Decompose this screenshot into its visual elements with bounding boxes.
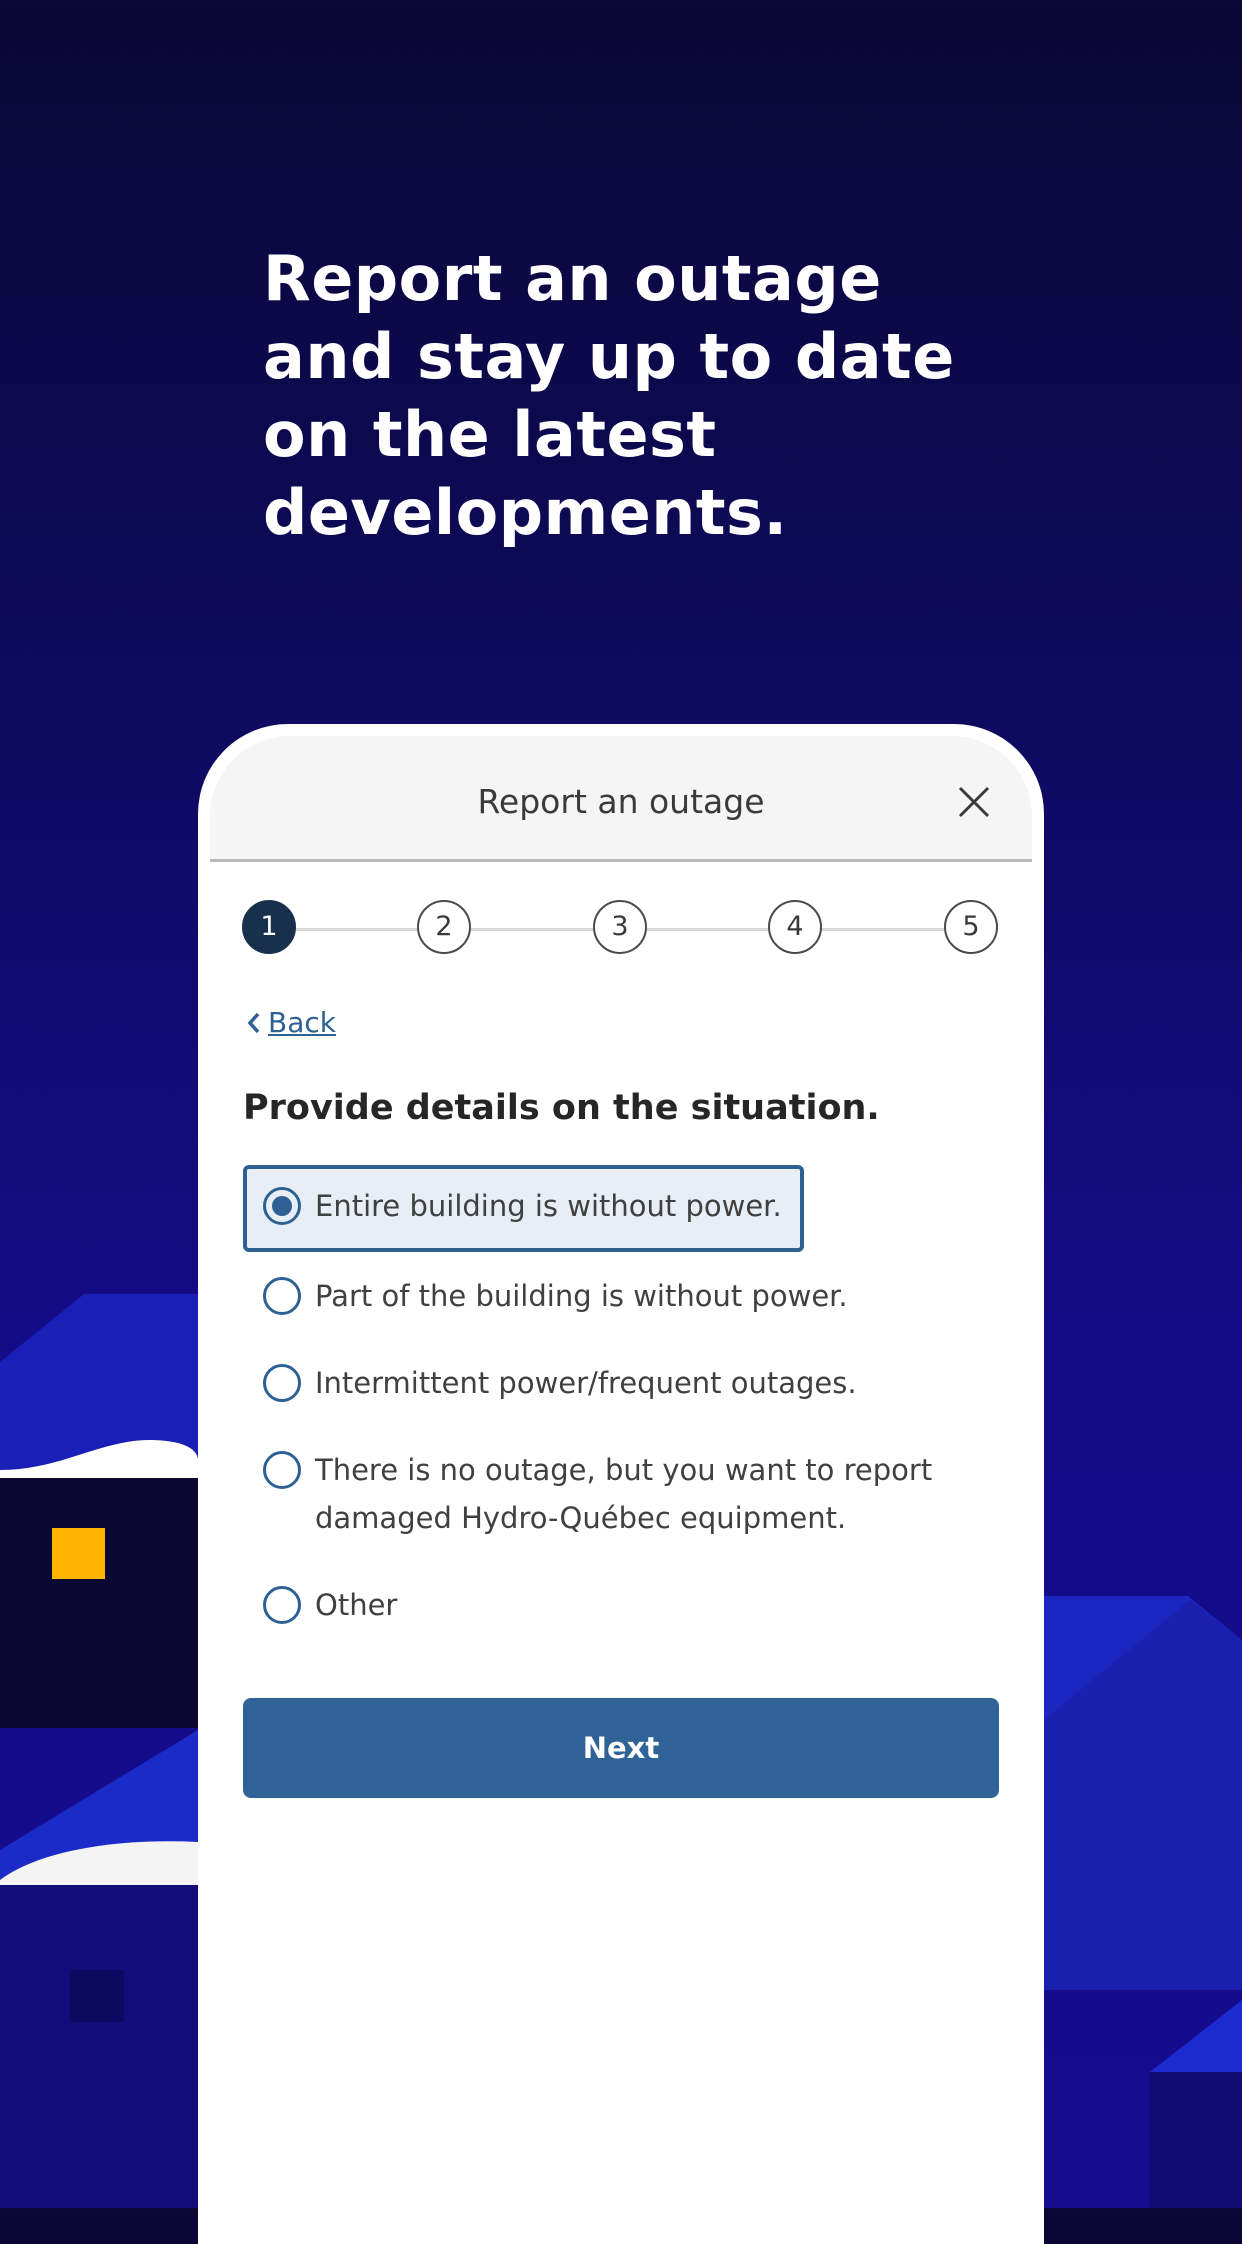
option-label: Entire building is without power. — [315, 1189, 782, 1223]
modal-title: Report an outage — [477, 782, 765, 821]
close-icon — [958, 786, 990, 818]
next-button[interactable]: Next — [243, 1698, 999, 1798]
radio-button[interactable] — [263, 1364, 301, 1402]
dark-window-icon — [70, 1970, 124, 2022]
step-1: 1 — [242, 900, 296, 954]
step-3: 3 — [593, 900, 647, 954]
option-entire-building[interactable]: Entire building is without power. — [243, 1165, 804, 1252]
radio-button[interactable] — [263, 1586, 301, 1624]
phone-frame: Report an outage 1 2 3 4 5 Back Provide … — [198, 724, 1044, 2244]
option-part-building[interactable]: Part of the building is without power. — [243, 1277, 848, 1320]
left-lower-wall — [0, 1885, 198, 2208]
option-label: There is no outage, but you want to repo… — [315, 1453, 933, 1535]
step-2: 2 — [417, 900, 471, 954]
option-other[interactable]: Other — [243, 1586, 397, 1629]
step-5: 5 — [944, 900, 998, 954]
back-label: Back — [268, 1006, 336, 1039]
right-lower-wall — [1150, 2072, 1242, 2208]
modal-header: Report an outage — [210, 736, 1032, 862]
close-button[interactable] — [954, 782, 994, 822]
question-heading: Provide details on the situation. — [243, 1088, 880, 1128]
left-house-wall — [0, 1478, 198, 1728]
step-4: 4 — [768, 900, 822, 954]
option-label: Other — [315, 1588, 398, 1622]
radio-button-selected[interactable] — [263, 1187, 301, 1225]
option-intermittent[interactable]: Intermittent power/frequent outages. — [243, 1364, 857, 1407]
lit-window-icon — [52, 1528, 105, 1579]
radio-button[interactable] — [263, 1277, 301, 1315]
chevron-left-icon — [247, 1012, 260, 1033]
progress-stepper: 1 2 3 4 5 — [242, 900, 998, 958]
option-damaged-equipment[interactable]: There is no outage, but you want to repo… — [243, 1451, 933, 1542]
radio-button[interactable] — [263, 1451, 301, 1489]
headline: Report an outage and stay up to date on … — [263, 242, 955, 549]
option-label: Intermittent power/frequent outages. — [315, 1366, 857, 1400]
option-label: Part of the building is without power. — [315, 1279, 848, 1313]
back-link[interactable]: Back — [246, 1006, 336, 1039]
